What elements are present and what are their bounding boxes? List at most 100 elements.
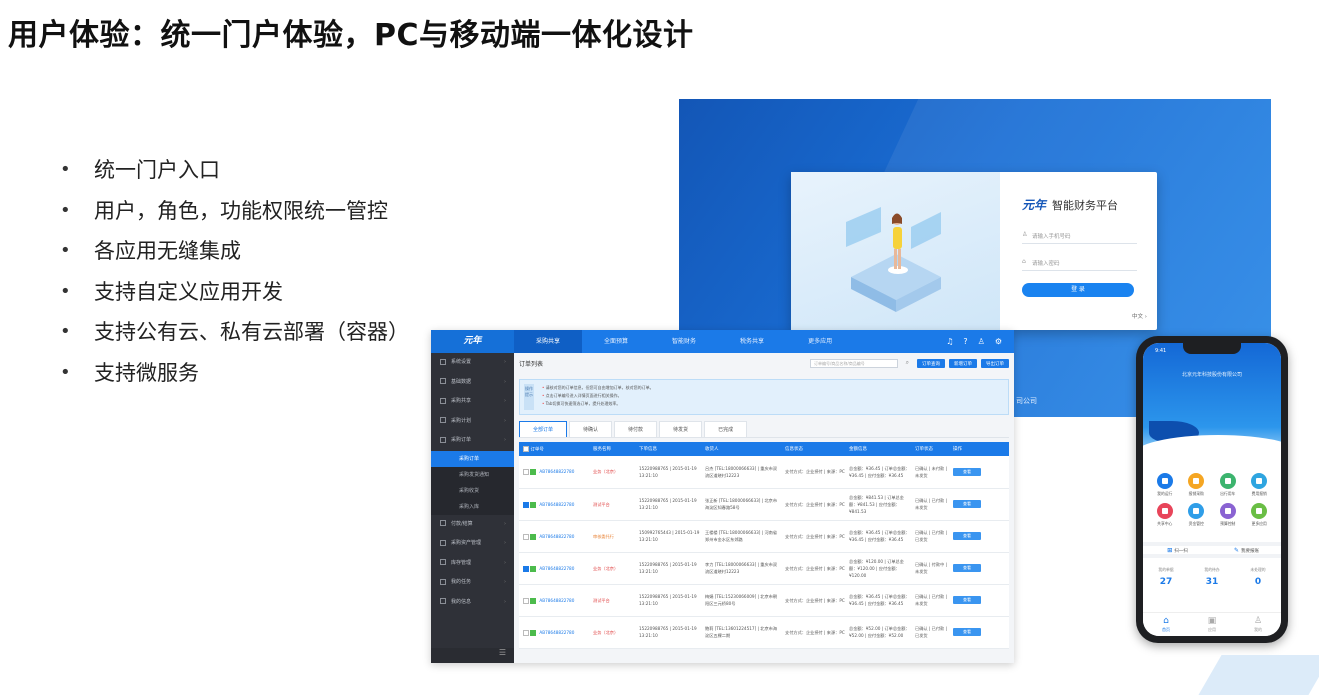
status-cell: 已确认 | 未付款 | 未发货 [911, 456, 949, 489]
app-tile[interactable]: 更多应用 [1244, 503, 1276, 527]
sidebar-item[interactable]: 采购共享 [431, 392, 514, 412]
phone-stats: 我的单据 27 我的待办 31 未处理的 0 [1143, 567, 1281, 587]
page-title: 订单列表 [519, 360, 544, 368]
nav-tab[interactable]: 智能财务 [650, 330, 718, 353]
service-cell: 审核委托行 [589, 520, 635, 553]
service-name: 测试平台 [593, 597, 610, 603]
stat-my-todos[interactable]: 我的待办 31 [1189, 567, 1235, 587]
column-header: 订单号 [519, 442, 589, 456]
app-tile[interactable]: 资金管控 [1181, 503, 1213, 527]
admin-top-nav: 采购共享 全面预算 智能财务 税务共享 更多应用 [514, 330, 946, 353]
table-row[interactable]: AB78648822780 业务（北京） 15220988765 | 2015-01… [519, 616, 1009, 649]
app-tile[interactable]: 出行用车 [1212, 473, 1244, 497]
nav-tab[interactable]: 税务共享 [718, 330, 786, 353]
nav-tab[interactable]: 全面预算 [582, 330, 650, 353]
order-number-link[interactable]: AB78648822780 [539, 630, 574, 635]
order-number-link[interactable]: AB78648822780 [539, 598, 574, 603]
help-icon[interactable]: ? [963, 337, 967, 346]
order-search-input[interactable]: 订单编号/商品名称/商品编号 ⌕ [810, 358, 909, 368]
view-order-button[interactable]: 查看 [953, 500, 981, 508]
sidebar-item-label: 我的信息 [451, 598, 472, 605]
sidebar-item[interactable]: 我的任务 [431, 573, 514, 593]
select-all-checkbox[interactable] [523, 445, 529, 452]
tab-pending-payment[interactable]: 待付款 [614, 421, 658, 437]
add-order-button[interactable]: 新增订单 [949, 358, 977, 368]
operation-tips: 操作提示 请核对您的订单信息，但您可自由增加订单，核对您的订单。 点击订单编号进… [519, 379, 1009, 415]
table-row[interactable]: AB78648822780 测试平台 15220988765 | 2015-01-1… [519, 584, 1009, 617]
sidebar-item[interactable]: 系统设置 [431, 353, 514, 373]
login-button[interactable]: 登 录 [1022, 283, 1134, 297]
amount-cell: 总金额：¥52.00 | 订单总金额：¥52.00 | 应付金额：¥52.00 [845, 616, 911, 649]
password-field[interactable]: ⌂ 请输入密码 [1022, 256, 1137, 271]
view-order-button[interactable]: 查看 [953, 628, 981, 636]
query-orders-button[interactable]: 订单查询 [917, 358, 945, 368]
row-checkbox[interactable] [523, 565, 529, 572]
app-tile[interactable]: 费用报销 [1244, 473, 1276, 497]
info-cell: 支付方式：企业授付 | 来源：PC [781, 552, 845, 585]
sidebar-item[interactable]: 基础数据 [431, 373, 514, 393]
collapse-sidebar-icon[interactable]: ☰ [431, 648, 514, 663]
search-icon[interactable]: ⌕ [906, 359, 909, 366]
order-number-link[interactable]: AB78648822780 [539, 469, 574, 474]
tab-pending-confirm[interactable]: 待确认 [569, 421, 613, 437]
sidebar-subitem[interactable]: 采购发货通知 [431, 466, 514, 483]
row-checkbox[interactable] [523, 501, 529, 508]
feature-item: 各应用无缝集成 [60, 231, 409, 272]
receiver-info: 张正新 [TEL:18000066633] | 北京市海淀区知春路58号 [705, 498, 778, 510]
table-row[interactable]: AB78648822780 审核委托行 150992765443 | 2015-01… [519, 520, 1009, 553]
sidebar-subitem[interactable]: 采购收货 [431, 482, 514, 499]
tab-pending-shipment[interactable]: 待发货 [659, 421, 703, 437]
app-tile[interactable]: 我的运行 [1149, 473, 1181, 497]
table-row[interactable]: AB78648822780 测试平台 15220988765 | 2015-01-1… [519, 488, 1009, 521]
sidebar-item[interactable]: 我的信息 [431, 593, 514, 613]
language-selector[interactable]: 中文 › [1132, 312, 1147, 320]
sidebar-item[interactable]: 库存管理 [431, 554, 514, 574]
app-icon [1219, 503, 1236, 519]
gear-icon[interactable]: ⚙ [995, 337, 1002, 346]
view-order-button[interactable]: 查看 [953, 467, 981, 476]
order-number-link[interactable]: AB78648822780 [539, 566, 574, 571]
app-icon [1188, 503, 1205, 519]
row-checkbox[interactable] [523, 597, 529, 604]
status-cell: 已确认 | 付款中 | 未发货 [911, 552, 949, 585]
username-field[interactable]: ♙ 请输入手机号码 [1022, 229, 1137, 244]
stat-unprocessed[interactable]: 未处理的 0 [1235, 567, 1281, 587]
row-checkbox[interactable] [523, 469, 529, 476]
row-checkbox[interactable] [523, 629, 529, 636]
export-orders-button[interactable]: 导出订单 [981, 358, 1009, 368]
app-tile[interactable]: 报销采购 [1181, 473, 1213, 497]
tab-all-orders[interactable]: 全部订单 [519, 421, 568, 437]
report-action[interactable]: ✎ 我要报账 [1212, 546, 1281, 554]
receiver-cell: 吕杰 [TEL:18000066633] | 重庆市双流区道晓村12223 [701, 456, 781, 489]
order-number-link[interactable]: AB78648822780 [539, 502, 574, 507]
sidebar-item[interactable]: 采购资产管理 [431, 534, 514, 554]
view-order-button[interactable]: 查看 [953, 564, 981, 572]
view-order-button[interactable]: 查看 [953, 596, 981, 604]
order-number-link[interactable]: AB78648822780 [539, 534, 574, 539]
scan-action[interactable]: ⊞ 扫一扫 [1143, 546, 1212, 554]
table-row[interactable]: AB78648822780 业务（北京） 15220988765 | 2015-01… [519, 456, 1009, 489]
bell-icon[interactable]: ♫ [946, 337, 953, 346]
nav-tab[interactable]: 更多应用 [786, 330, 854, 353]
app-tile[interactable]: 共享中心 [1149, 503, 1181, 527]
stat-my-documents[interactable]: 我的单据 27 [1143, 567, 1189, 587]
tab-completed[interactable]: 已完成 [704, 421, 748, 437]
app-tile[interactable]: 预算控制 [1212, 503, 1244, 527]
tab-apps[interactable]: ▣ 应用 [1189, 613, 1235, 636]
table-row[interactable]: AB78648822780 业务（北京） 15220988765 | 2015-01… [519, 552, 1009, 585]
tab-me[interactable]: ♙ 我的 [1235, 613, 1281, 636]
sidebar-subitem-active[interactable]: 采购订单 [431, 450, 514, 467]
sidebar-subitem[interactable]: 采购入库 [431, 498, 514, 515]
view-order-button[interactable]: 查看 [953, 532, 981, 540]
feature-item: 支持公有云、私有云部署（容器） [60, 312, 409, 353]
tab-home[interactable]: ⌂ 首页 [1143, 613, 1189, 636]
user-icon[interactable]: ♙ [978, 337, 985, 346]
sidebar-item[interactable]: 付款/结算 [431, 515, 514, 535]
app-label: 出行用车 [1220, 491, 1236, 496]
action-cell: 查看 [949, 584, 1009, 617]
sidebar-item[interactable]: 采购订单 [431, 431, 514, 451]
admin-window: 元年 采购共享 全面预算 智能财务 税务共享 更多应用 ♫ ? ♙ ⚙ 系统设置… [431, 330, 1014, 663]
row-checkbox[interactable] [523, 533, 529, 540]
nav-tab[interactable]: 采购共享 [514, 330, 583, 353]
sidebar-item[interactable]: 采购计划 [431, 412, 514, 432]
